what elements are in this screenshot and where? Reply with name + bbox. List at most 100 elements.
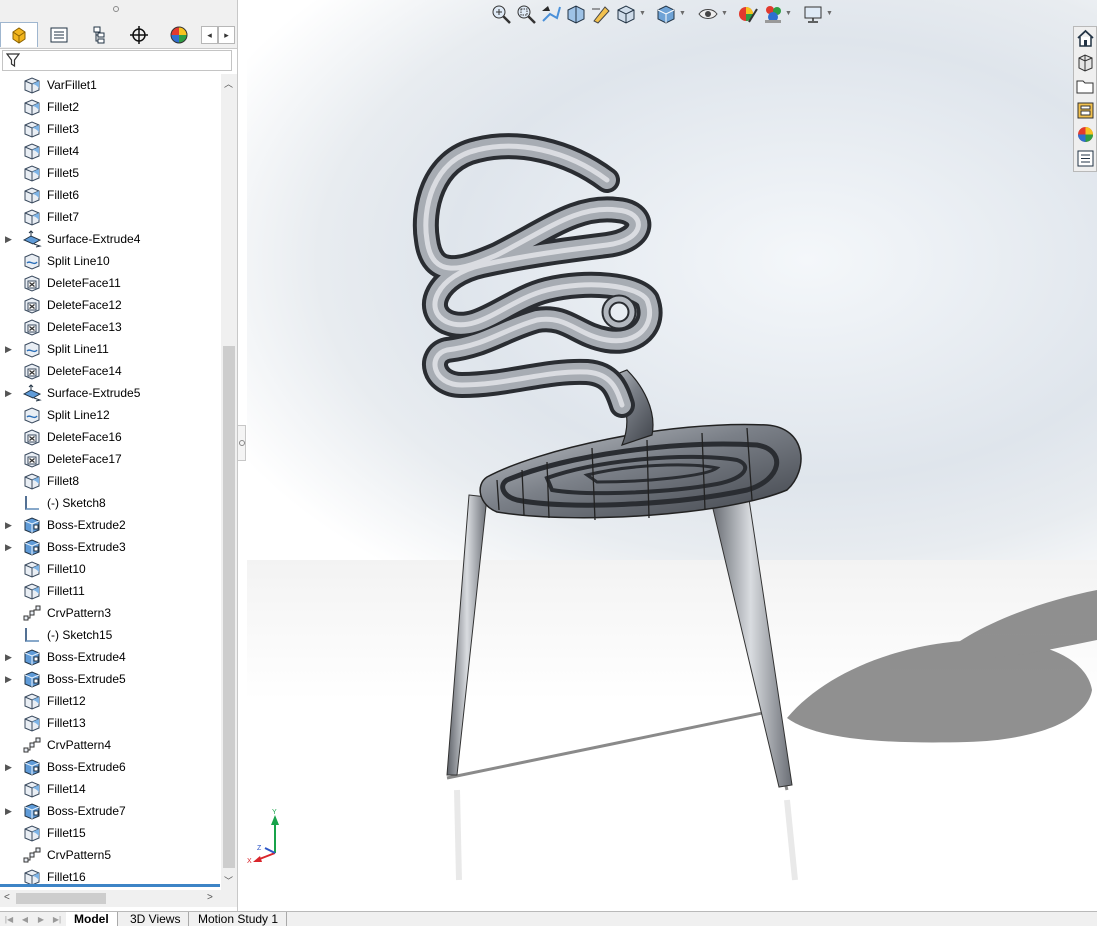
feature-tree-item[interactable]: ▶ Boss-Extrude4: [0, 646, 220, 668]
feature-tree-item[interactable]: Fillet13: [0, 712, 220, 734]
feature-tree-item[interactable]: Fillet15: [0, 822, 220, 844]
boss-extrude-icon: [22, 802, 42, 820]
tab-motion-study-1[interactable]: Motion Study 1: [190, 912, 288, 926]
scroll-left-arrow-icon[interactable]: <: [4, 892, 10, 903]
feature-tree-item[interactable]: ▶ Boss-Extrude7: [0, 800, 220, 822]
feature-tree-item[interactable]: Split Line10: [0, 250, 220, 272]
feature-tree-item[interactable]: Fillet11: [0, 580, 220, 602]
dynamic-annotation-button[interactable]: [590, 3, 612, 25]
scroll-right-arrow-icon[interactable]: >: [207, 892, 213, 903]
feature-tree-item[interactable]: ▶ Boss-Extrude2: [0, 514, 220, 536]
task-pane-custom-properties-button[interactable]: [1076, 149, 1095, 168]
feature-tree-item[interactable]: Fillet8: [0, 470, 220, 492]
feature-tree-item[interactable]: ▶ Boss-Extrude5: [0, 668, 220, 690]
feature-tree-item[interactable]: Fillet12: [0, 690, 220, 712]
zoom-to-fit-button[interactable]: [490, 3, 512, 25]
feature-tree-item[interactable]: ▶ Boss-Extrude3: [0, 536, 220, 558]
dimxpert-manager-tab[interactable]: [120, 22, 158, 47]
feature-tree-item[interactable]: Fillet14: [0, 778, 220, 800]
feature-tree-item[interactable]: DeleteFace17: [0, 448, 220, 470]
tab-scroll-right-button[interactable]: ▸: [218, 26, 235, 44]
expand-arrow-icon[interactable]: ▶: [5, 673, 13, 685]
scroll-up-arrow-icon[interactable]: ︿: [224, 77, 233, 90]
feature-filter-input[interactable]: [2, 50, 232, 71]
view-settings-button[interactable]: [802, 3, 824, 25]
fillet-icon: [22, 142, 42, 160]
chair-model[interactable]: [247, 0, 1097, 911]
property-manager-tab[interactable]: [40, 22, 78, 47]
task-pane-view-palette-button[interactable]: [1076, 101, 1095, 120]
zoom-to-area-button[interactable]: [515, 3, 537, 25]
feature-tree-item[interactable]: Fillet10: [0, 558, 220, 580]
feature-tree-item[interactable]: DeleteFace14: [0, 360, 220, 382]
expand-arrow-icon[interactable]: ▶: [5, 761, 13, 773]
section-view-button[interactable]: [565, 3, 587, 25]
tab-scroll-left-button[interactable]: ◂: [201, 26, 218, 44]
feature-tree-item[interactable]: Fillet16: [0, 866, 220, 886]
task-pane-design-library-button[interactable]: [1076, 53, 1095, 72]
expand-arrow-icon[interactable]: ▶: [5, 541, 13, 553]
feature-tree-item[interactable]: DeleteFace11: [0, 272, 220, 294]
expand-arrow-icon[interactable]: ▶: [5, 343, 13, 355]
view-orientation-button[interactable]: [615, 3, 637, 25]
feature-tree-item[interactable]: DeleteFace16: [0, 426, 220, 448]
feature-tree-item[interactable]: Fillet2: [0, 96, 220, 118]
task-pane-file-explorer-button[interactable]: [1076, 77, 1095, 96]
feature-tree-item[interactable]: Fillet3: [0, 118, 220, 140]
feature-tree-item[interactable]: (-) Sketch15: [0, 624, 220, 646]
panel-grip[interactable]: [0, 0, 237, 20]
expand-arrow-icon[interactable]: ▶: [5, 519, 13, 531]
display-style-dropdown-icon[interactable]: ▼: [679, 10, 686, 17]
feature-tree-item[interactable]: DeleteFace12: [0, 294, 220, 316]
feature-tree-item[interactable]: (-) Sketch8: [0, 492, 220, 514]
feature-tree-item[interactable]: CrvPattern5: [0, 844, 220, 866]
edit-appearance-button[interactable]: [737, 3, 759, 25]
graphics-area[interactable]: ▼ ▼ ▼ ▼ ▼ Y X Z: [247, 0, 1097, 911]
tab-3d-views[interactable]: 3D Views: [122, 912, 190, 926]
feature-label: Fillet8: [47, 474, 80, 488]
next-tab-icon[interactable]: ▶: [34, 914, 48, 925]
expand-arrow-icon[interactable]: ▶: [5, 805, 13, 817]
display-style-button[interactable]: [655, 3, 677, 25]
expand-arrow-icon[interactable]: ▶: [5, 651, 13, 663]
feature-tree-item[interactable]: Fillet6: [0, 184, 220, 206]
panel-collapse-handle[interactable]: [237, 425, 246, 461]
view-orientation-dropdown-icon[interactable]: ▼: [639, 10, 646, 17]
task-pane-home-button[interactable]: [1076, 29, 1095, 48]
first-tab-icon[interactable]: |◀: [2, 914, 16, 925]
expand-arrow-icon[interactable]: ▶: [5, 387, 13, 399]
prev-tab-icon[interactable]: ◀: [18, 914, 32, 925]
feature-tree-item[interactable]: Fillet4: [0, 140, 220, 162]
expand-arrow-icon[interactable]: ▶: [5, 233, 13, 245]
feature-tree-item[interactable]: ▶ Surface-Extrude5: [0, 382, 220, 404]
tab-model[interactable]: Model: [66, 912, 118, 926]
tree-rollback-bar[interactable]: [0, 884, 220, 887]
feature-tree-item[interactable]: CrvPattern3: [0, 602, 220, 624]
feature-tree-item[interactable]: CrvPattern4: [0, 734, 220, 756]
hscroll-thumb[interactable]: [16, 893, 106, 904]
hide-show-dropdown-icon[interactable]: ▼: [721, 10, 728, 17]
previous-view-button[interactable]: [540, 3, 562, 25]
configuration-manager-tab[interactable]: [80, 22, 118, 47]
feature-tree-item[interactable]: Fillet7: [0, 206, 220, 228]
last-tab-icon[interactable]: ▶|: [50, 914, 64, 925]
feature-tree-item[interactable]: VarFillet1: [0, 74, 220, 96]
hide-show-items-button[interactable]: [697, 3, 719, 25]
tree-horizontal-scrollbar[interactable]: < >: [0, 890, 237, 907]
view-settings-dropdown-icon[interactable]: ▼: [826, 10, 833, 17]
display-manager-tab[interactable]: [160, 22, 198, 47]
apply-scene-dropdown-icon[interactable]: ▼: [785, 10, 792, 17]
apply-scene-button[interactable]: [762, 3, 784, 25]
feature-tree-item[interactable]: Split Line12: [0, 404, 220, 426]
scroll-down-arrow-icon[interactable]: ﹀: [224, 874, 233, 887]
feature-label: Boss-Extrude3: [47, 540, 126, 554]
feature-tree-item[interactable]: DeleteFace13: [0, 316, 220, 338]
feature-manager-tab[interactable]: [0, 22, 38, 47]
scroll-thumb[interactable]: [223, 346, 235, 868]
task-pane-appearances-button[interactable]: [1076, 125, 1095, 144]
feature-tree-item[interactable]: ▶ Surface-Extrude4: [0, 228, 220, 250]
tree-vertical-scrollbar[interactable]: ︿ ﹀: [221, 74, 237, 890]
feature-tree-item[interactable]: ▶ Split Line11: [0, 338, 220, 360]
feature-tree-item[interactable]: ▶ Boss-Extrude6: [0, 756, 220, 778]
feature-tree-item[interactable]: Fillet5: [0, 162, 220, 184]
